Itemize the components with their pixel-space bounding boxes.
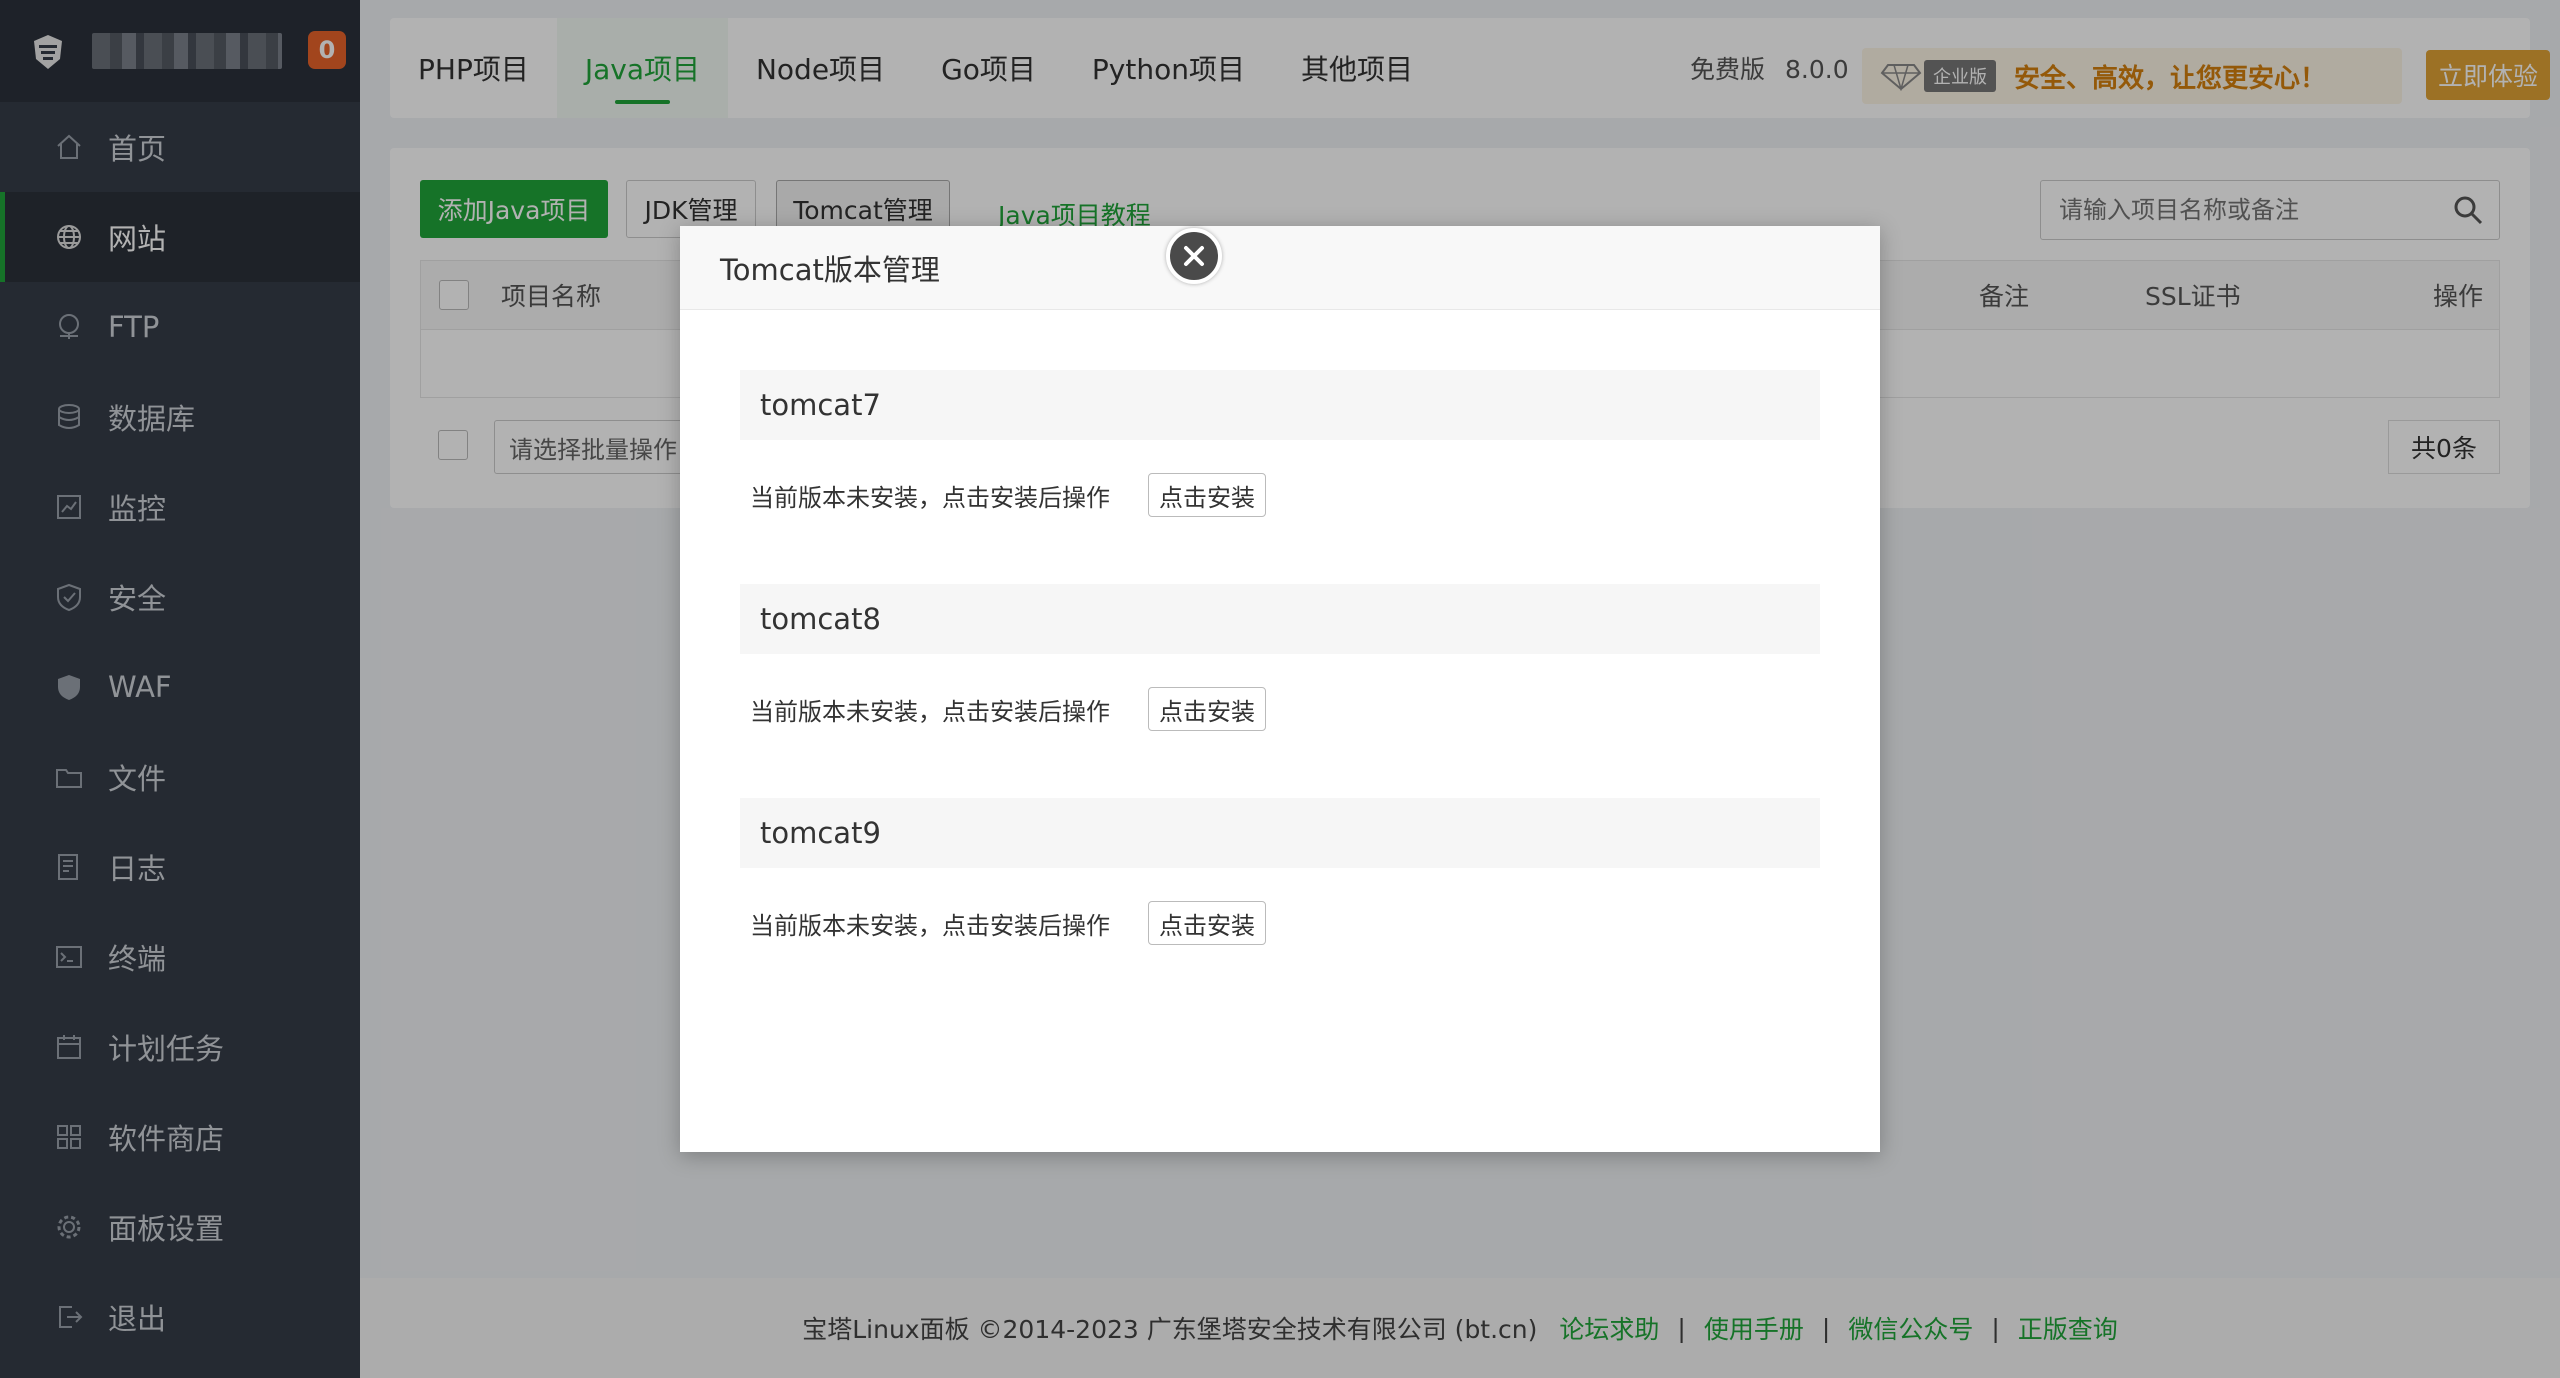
close-icon (1184, 246, 1204, 266)
version-status: 当前版本未安装，点击安装后操作 (750, 697, 1110, 726)
version-status: 当前版本未安装，点击安装后操作 (750, 483, 1110, 512)
version-status-row: 当前版本未安装，点击安装后操作 点击安装 (740, 654, 1820, 764)
version-block-tomcat7: tomcat7 当前版本未安装，点击安装后操作 点击安装 (740, 370, 1820, 550)
version-block-tomcat8: tomcat8 当前版本未安装，点击安装后操作 点击安装 (740, 584, 1820, 764)
install-button[interactable]: 点击安装 (1148, 473, 1266, 517)
version-block-tomcat9: tomcat9 当前版本未安装，点击安装后操作 点击安装 (740, 798, 1820, 978)
version-name: tomcat8 (740, 584, 1820, 654)
modal-title: Tomcat版本管理 (680, 226, 1880, 310)
version-name: tomcat7 (740, 370, 1820, 440)
install-button[interactable]: 点击安装 (1148, 687, 1266, 731)
install-button[interactable]: 点击安装 (1148, 901, 1266, 945)
modal-close-button[interactable] (1166, 228, 1222, 284)
version-status-row: 当前版本未安装，点击安装后操作 点击安装 (740, 440, 1820, 550)
tomcat-version-modal: Tomcat版本管理 tomcat7 当前版本未安装，点击安装后操作 点击安装 … (680, 226, 1880, 1152)
version-status: 当前版本未安装，点击安装后操作 (750, 911, 1110, 940)
version-name: tomcat9 (740, 798, 1820, 868)
version-status-row: 当前版本未安装，点击安装后操作 点击安装 (740, 868, 1820, 978)
